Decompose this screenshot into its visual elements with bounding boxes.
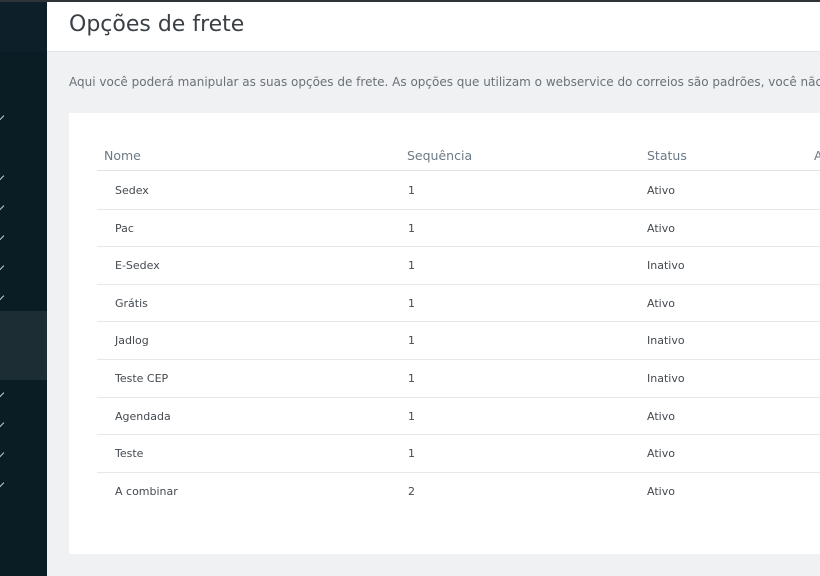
table-row[interactable]: Pac 1 Ativo <box>97 210 820 248</box>
table-row[interactable]: Jadlog 1 Inativo <box>97 322 820 360</box>
cell-nome: E-Sedex <box>115 259 160 273</box>
cell-sequencia: 1 <box>408 371 415 385</box>
cell-nome: Teste CEP <box>115 371 169 385</box>
chevron-down-icon[interactable] <box>0 448 5 458</box>
chevron-down-icon[interactable] <box>0 231 5 241</box>
cell-status: Ativo <box>647 184 675 197</box>
table-body: Sedex 1 Ativo Pac 1 Ativo E-Sedex 1 Inat… <box>97 172 820 510</box>
cell-status: Ativo <box>647 221 675 235</box>
table-header: Nome Sequência Status A <box>97 141 820 171</box>
cell-status: Inativo <box>647 259 685 273</box>
chevron-down-icon[interactable] <box>0 261 5 271</box>
chevron-down-icon[interactable] <box>0 388 5 398</box>
table-row[interactable]: Teste 1 Ativo <box>97 435 820 473</box>
column-header-status[interactable]: Status <box>647 148 687 163</box>
chevron-down-icon[interactable] <box>0 171 5 181</box>
cell-sequencia: 1 <box>408 184 415 197</box>
sidebar-logo-area <box>0 2 47 52</box>
page-description: Aqui você poderá manipular as suas opçõe… <box>69 75 820 89</box>
chevron-down-icon[interactable] <box>0 478 5 488</box>
chevron-down-icon[interactable] <box>0 418 5 428</box>
cell-status: Inativo <box>647 334 685 348</box>
page-header: Opções de frete <box>47 2 820 52</box>
cell-status: Ativo <box>647 447 675 461</box>
cell-sequencia: 2 <box>408 484 415 498</box>
shipping-options-card: Nome Sequência Status A Sedex 1 Ativo Pa… <box>69 113 820 554</box>
table-row[interactable]: Sedex 1 Ativo <box>97 172 820 210</box>
cell-nome: Agendada <box>115 409 171 423</box>
sidebar-item-active[interactable] <box>0 311 47 380</box>
cell-sequencia: 1 <box>408 221 415 235</box>
cell-sequencia: 1 <box>408 296 415 310</box>
column-header-actions: A <box>814 148 820 163</box>
cell-sequencia: 1 <box>408 409 415 423</box>
chevron-down-icon[interactable] <box>0 111 5 121</box>
cell-nome: Sedex <box>115 184 149 197</box>
cell-sequencia: 1 <box>408 447 415 461</box>
table-row[interactable]: E-Sedex 1 Inativo <box>97 247 820 285</box>
cell-sequencia: 1 <box>408 334 415 348</box>
cell-nome: Jadlog <box>115 334 149 348</box>
page-title: Opções de frete <box>69 12 245 37</box>
chevron-down-icon[interactable] <box>0 201 5 211</box>
column-header-sequencia[interactable]: Sequência <box>407 148 472 163</box>
table-row[interactable]: Agendada 1 Ativo <box>97 398 820 436</box>
cell-nome: Pac <box>115 221 134 235</box>
cell-nome: Teste <box>115 447 144 461</box>
cell-status: Ativo <box>647 296 675 310</box>
cell-nome: A combinar <box>115 484 178 498</box>
cell-status: Inativo <box>647 371 685 385</box>
cell-nome: Grátis <box>115 296 148 310</box>
column-header-nome[interactable]: Nome <box>104 148 141 163</box>
sidebar <box>0 2 47 576</box>
chevron-down-icon[interactable] <box>0 291 5 301</box>
table-row[interactable]: Grátis 1 Ativo <box>97 285 820 323</box>
cell-status: Ativo <box>647 409 675 423</box>
cell-sequencia: 1 <box>408 259 415 273</box>
table-row[interactable]: A combinar 2 Ativo <box>97 473 820 511</box>
cell-status: Ativo <box>647 484 675 498</box>
table-row[interactable]: Teste CEP 1 Inativo <box>97 360 820 398</box>
